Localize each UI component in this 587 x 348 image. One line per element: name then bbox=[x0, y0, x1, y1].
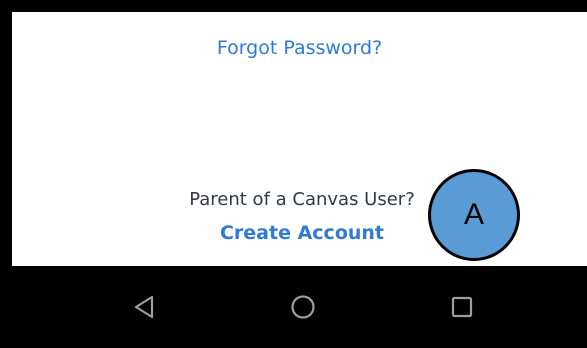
marker-label: A bbox=[463, 198, 484, 231]
device-frame: Forgot Password? Parent of a Canvas User… bbox=[0, 0, 587, 348]
home-circle-icon bbox=[291, 295, 315, 319]
recents-button[interactable] bbox=[422, 266, 502, 348]
parent-prompt-text: Parent of a Canvas User? bbox=[189, 189, 415, 210]
home-button[interactable] bbox=[263, 266, 343, 348]
annotation-marker-a: A bbox=[428, 169, 520, 261]
back-triangle-icon bbox=[134, 295, 154, 319]
create-account-link[interactable]: Create Account bbox=[162, 222, 442, 244]
android-nav-bar bbox=[0, 266, 587, 348]
forgot-password-link[interactable]: Forgot Password? bbox=[12, 37, 587, 59]
back-button[interactable] bbox=[104, 266, 184, 348]
recents-square-icon bbox=[451, 296, 473, 318]
